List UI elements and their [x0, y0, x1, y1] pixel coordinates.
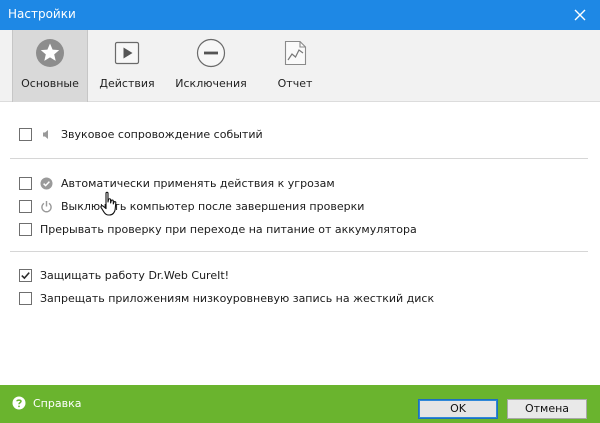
speaker-icon — [40, 128, 53, 141]
checkbox[interactable] — [19, 222, 32, 236]
option-auto-apply-actions[interactable]: Автоматически применять действия к угроз… — [19, 174, 335, 192]
help-link[interactable]: Справка — [12, 396, 81, 410]
report-chart-icon — [280, 38, 310, 68]
settings-content: Звуковое сопровождение событий Автоматич… — [0, 103, 600, 385]
divider — [10, 251, 588, 252]
checkbox[interactable] — [19, 291, 32, 305]
check-circle-icon — [40, 177, 53, 190]
option-block-lowlevel-disk-write[interactable]: Запрещать приложениям низкоуровневую зап… — [19, 289, 434, 307]
title-bar: Настройки — [0, 0, 600, 30]
option-label: Прерывать проверку при переходе на питан… — [40, 222, 417, 236]
tab-label: Действия — [99, 77, 155, 90]
tab-label: Отчет — [277, 77, 313, 90]
tab-actions[interactable]: Действия — [94, 30, 160, 102]
checkbox[interactable] — [19, 127, 32, 141]
question-circle-icon — [12, 396, 26, 410]
settings-tabs: Основные Действия Исключения Отчет — [0, 30, 600, 102]
tab-basic[interactable]: Основные — [12, 30, 88, 102]
tab-label: Основные — [21, 77, 79, 90]
option-sound-events[interactable]: Звуковое сопровождение событий — [19, 125, 263, 143]
footer-bar: Справка OK Отмена — [0, 385, 600, 423]
option-label: Запрещать приложениям низкоуровневую зап… — [40, 291, 435, 305]
checkbox[interactable] — [19, 176, 32, 190]
star-icon — [35, 38, 65, 68]
option-label: Автоматически применять действия к угроз… — [61, 176, 335, 190]
option-label: Защищать работу Dr.Web CureIt! — [40, 268, 230, 282]
help-label: Справка — [33, 396, 82, 410]
play-icon — [112, 38, 142, 68]
option-label: Звуковое сопровождение событий — [61, 127, 263, 141]
minus-circle-icon — [196, 38, 226, 68]
option-shutdown-after-scan[interactable]: Выключать компьютер после завершения про… — [19, 197, 364, 215]
close-icon[interactable] — [568, 3, 592, 27]
option-stop-on-battery[interactable]: Прерывать проверку при переходе на питан… — [19, 220, 417, 238]
hand-cursor-icon — [99, 191, 121, 217]
tab-report[interactable]: Отчет — [267, 30, 323, 102]
tab-exclusions[interactable]: Исключения — [171, 30, 251, 102]
ok-button[interactable]: OK — [418, 399, 498, 419]
tab-label: Исключения — [175, 77, 247, 90]
checkbox-checked[interactable] — [19, 268, 32, 282]
power-icon — [40, 200, 53, 213]
checkbox[interactable] — [19, 199, 32, 213]
cancel-button[interactable]: Отмена — [507, 399, 587, 419]
divider — [10, 158, 588, 159]
option-protect-cureit[interactable]: Защищать работу Dr.Web CureIt! — [19, 266, 229, 284]
window-title: Настройки — [8, 7, 76, 21]
